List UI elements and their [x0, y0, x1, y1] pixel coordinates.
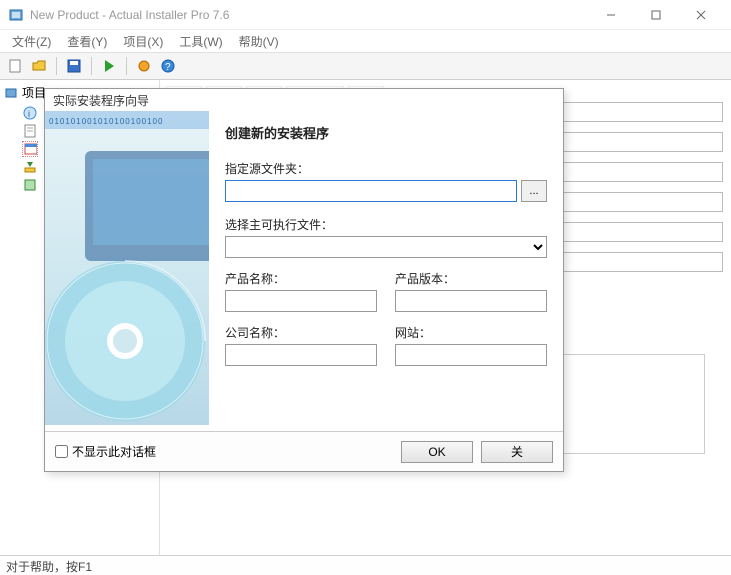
tree-item-info[interactable]: i: [22, 105, 38, 121]
window-title: New Product - Actual Installer Pro 7.6: [30, 8, 588, 22]
tree-item-download[interactable]: [22, 159, 38, 175]
svg-text:i: i: [28, 109, 30, 119]
svg-text:010101001010100100100: 010101001010100100100: [49, 117, 163, 126]
app-icon: [8, 7, 24, 23]
help-button[interactable]: ?: [157, 55, 179, 77]
status-text: 对于帮助，按F1: [6, 560, 92, 574]
separator: [126, 57, 127, 75]
maximize-button[interactable]: [633, 0, 678, 30]
run-button[interactable]: [98, 55, 120, 77]
save-button[interactable]: [63, 55, 85, 77]
menu-help[interactable]: 帮助(V): [231, 31, 287, 52]
statusbar: 对于帮助，按F1: [0, 555, 731, 575]
open-button[interactable]: [28, 55, 50, 77]
product-input[interactable]: [225, 290, 377, 312]
dont-show-label: 不显示此对话框: [72, 443, 156, 460]
tree-item-doc[interactable]: [22, 123, 38, 139]
tree-item-registry[interactable]: [22, 177, 38, 193]
dialog-banner-image: 010101001010100100100: [45, 111, 209, 425]
source-label: 指定源文件夹：: [225, 160, 547, 177]
website-input[interactable]: [395, 344, 547, 366]
close-button[interactable]: [678, 0, 723, 30]
new-button[interactable]: [4, 55, 26, 77]
menu-project[interactable]: 项目(X): [115, 31, 171, 52]
dialog-footer: 不显示此对话框 OK 关: [45, 431, 563, 471]
menu-file[interactable]: 文件(Z): [4, 31, 59, 52]
titlebar: New Product - Actual Installer Pro 7.6: [0, 0, 731, 30]
ok-button[interactable]: OK: [401, 441, 473, 463]
dialog-heading: 创建新的安装程序: [225, 123, 547, 142]
settings-button[interactable]: [133, 55, 155, 77]
menubar: 文件(Z) 查看(Y) 项目(X) 工具(W) 帮助(V): [0, 30, 731, 52]
dont-show-input[interactable]: [55, 445, 68, 458]
product-label: 产品名称：: [225, 270, 377, 287]
toolbar: ?: [0, 52, 731, 80]
minimize-button[interactable]: [588, 0, 633, 30]
version-label: 产品版本：: [395, 270, 547, 287]
dialog-title: 实际安装程序向导: [45, 89, 563, 111]
menu-view[interactable]: 查看(Y): [59, 31, 115, 52]
close-dialog-button[interactable]: 关: [481, 441, 553, 463]
source-input[interactable]: [225, 180, 517, 202]
dialog-body: 010101001010100100100 创建新的安装程序 指定源文件夹： .…: [45, 111, 563, 431]
company-input[interactable]: [225, 344, 377, 366]
svg-text:?: ?: [165, 62, 171, 73]
dont-show-checkbox[interactable]: 不显示此对话框: [55, 443, 393, 460]
exe-label: 选择主可执行文件：: [225, 216, 547, 233]
tree-item-dialog[interactable]: [22, 141, 38, 157]
separator: [91, 57, 92, 75]
wizard-dialog: 实际安装程序向导 010101001010100100100 创建新的安装程序 …: [44, 88, 564, 472]
website-label: 网站：: [395, 324, 547, 341]
browse-button[interactable]: ...: [521, 180, 547, 202]
exe-select[interactable]: [225, 236, 547, 258]
version-input[interactable]: [395, 290, 547, 312]
company-label: 公司名称：: [225, 324, 377, 341]
separator: [56, 57, 57, 75]
dialog-form: 创建新的安装程序 指定源文件夹： ... 选择主可执行文件： 产品名称： 产品版…: [209, 111, 563, 431]
tree-root-label: 项目: [22, 84, 46, 101]
menu-tools[interactable]: 工具(W): [171, 31, 230, 52]
